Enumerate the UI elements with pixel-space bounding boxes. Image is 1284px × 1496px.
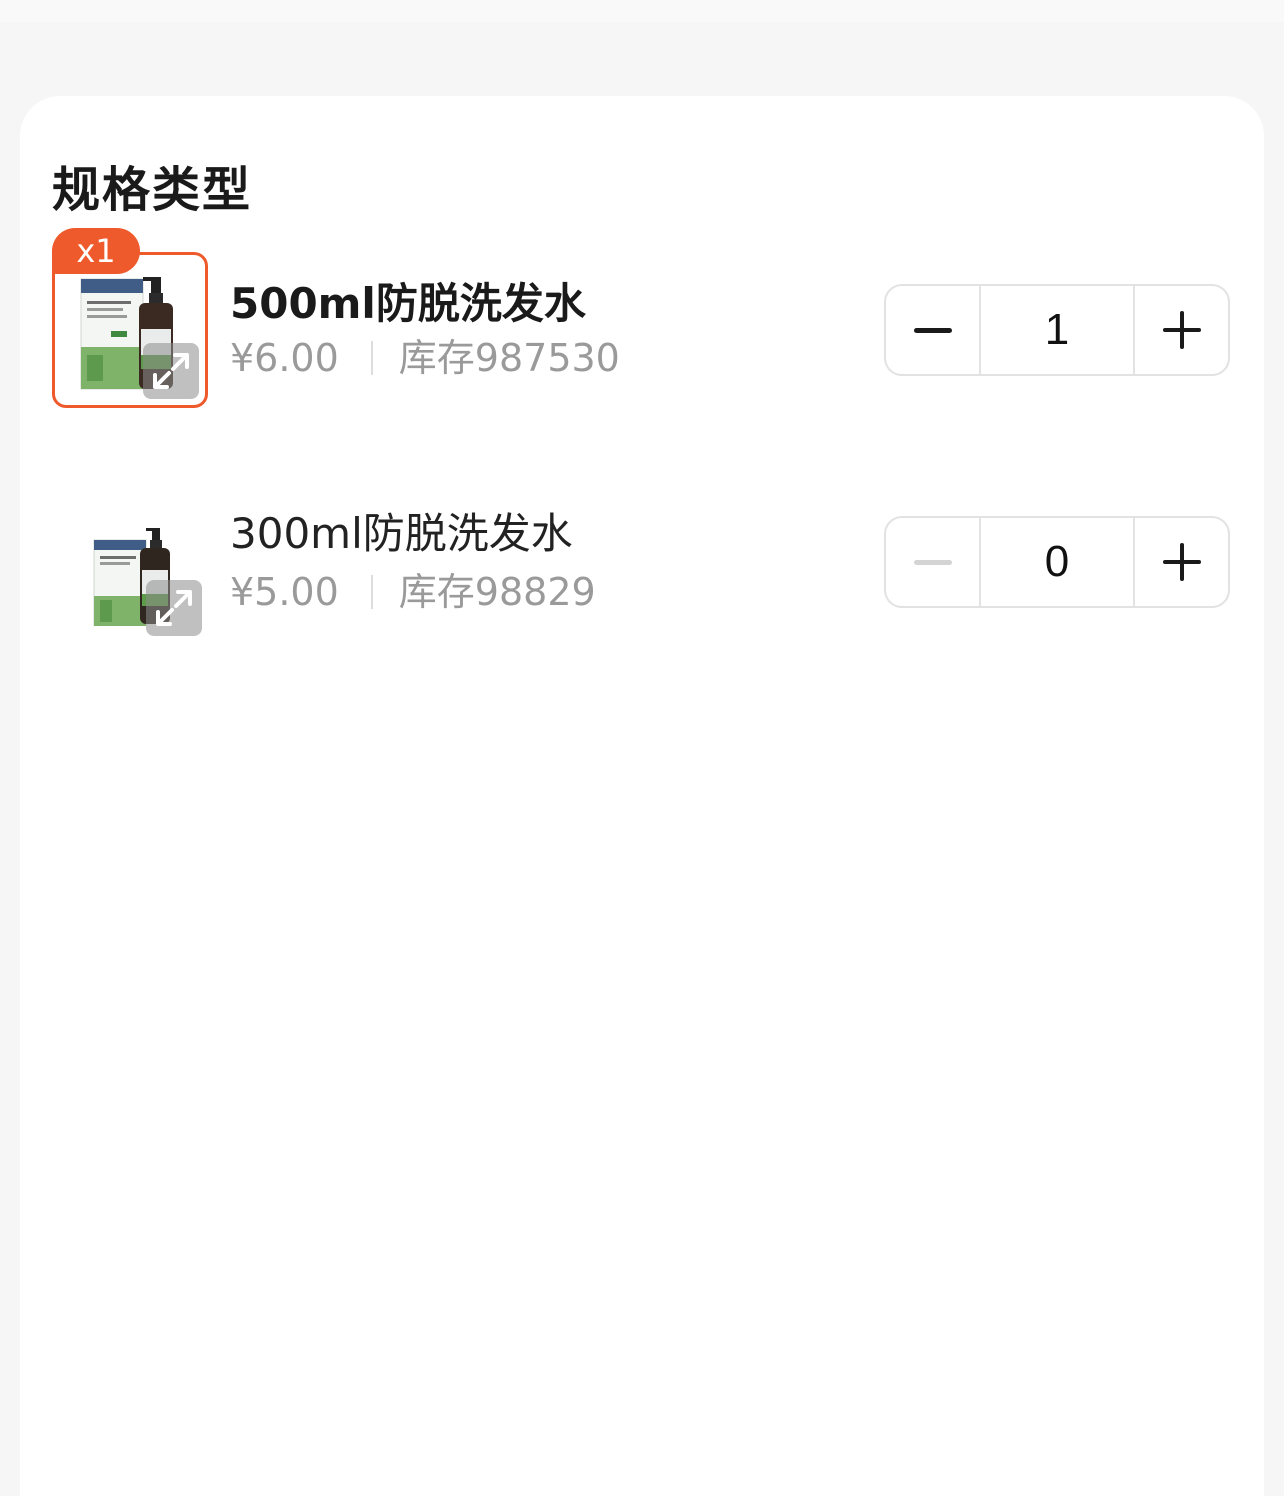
quantity-value[interactable]: 0 <box>978 518 1136 606</box>
sku-name: 300ml防脱洗发水 <box>230 509 573 558</box>
minus-icon <box>914 328 952 333</box>
minus-icon <box>914 560 952 565</box>
expand-arrows-icon <box>153 353 189 389</box>
top-strip <box>0 0 1284 22</box>
product-thumbnail[interactable] <box>52 252 208 408</box>
sku-stock: 库存987530 <box>398 336 620 380</box>
sku-stock: 库存98829 <box>398 570 596 614</box>
plus-icon-vertical <box>1180 311 1185 349</box>
quantity-stepper: 0 <box>884 516 1230 608</box>
plus-icon-vertical <box>1180 543 1185 581</box>
sku-name: 500ml防脱洗发水 <box>230 279 586 328</box>
decrease-button[interactable] <box>886 286 979 374</box>
increase-button[interactable] <box>1135 286 1228 374</box>
divider <box>370 341 373 375</box>
increase-button[interactable] <box>1135 518 1228 606</box>
section-title: 规格类型 <box>52 162 253 218</box>
sku-row: 300ml防脱洗发水 ¥5.00 库存98829 0 <box>0 488 1284 648</box>
expand-image-button[interactable] <box>146 580 202 636</box>
sku-meta: ¥6.00 库存987530 <box>230 332 620 384</box>
product-thumbnail[interactable] <box>52 488 208 644</box>
quantity-value[interactable]: 1 <box>978 286 1136 374</box>
decrease-button[interactable] <box>886 518 979 606</box>
quantity-stepper: 1 <box>884 284 1230 376</box>
expand-image-button[interactable] <box>143 343 199 399</box>
expand-arrows-icon <box>156 590 192 626</box>
sku-price: ¥6.00 <box>230 336 339 380</box>
sku-row: x1 500ml防脱洗发水 ¥6.00 库存987530 1 <box>0 228 1284 412</box>
sku-price: ¥5.00 <box>230 570 339 614</box>
sku-meta: ¥5.00 库存98829 <box>230 566 596 618</box>
quantity-badge: x1 <box>52 228 140 274</box>
divider <box>370 575 373 609</box>
